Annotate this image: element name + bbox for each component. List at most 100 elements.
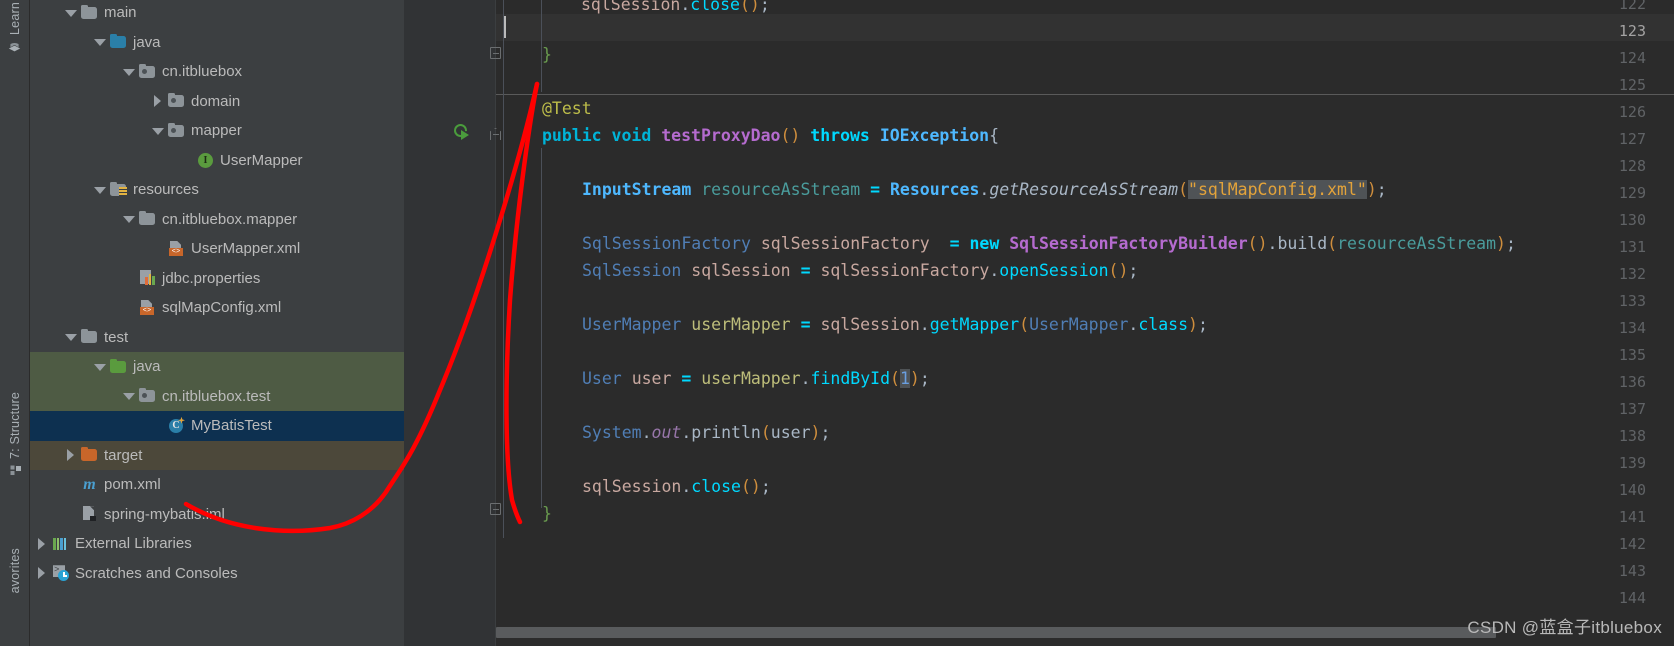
iml-file-icon-icon xyxy=(81,506,98,522)
package-gray-icon xyxy=(168,122,185,139)
tree-item-label: domain xyxy=(191,92,241,110)
project-tree-pane[interactable]: main java cn.itbluebox domain mapper I UserMap… xyxy=(30,0,404,646)
code-line-124: } xyxy=(542,45,552,64)
package-gray-icon xyxy=(139,63,156,80)
tree-item-sqlmapconfig-xml[interactable]: <> sqlMapConfig.xml xyxy=(30,293,404,323)
code-line-122: sqlSession.close(); xyxy=(581,0,770,14)
code-text-area[interactable]: sqlSession.close(); } @Test public void … xyxy=(496,0,1674,646)
tree-item-pom-xml[interactable]: m pom.xml xyxy=(30,470,404,500)
code-line-138: System.out.println(user); xyxy=(582,423,831,442)
tree-item-domain[interactable]: domain xyxy=(30,87,404,117)
text-caret xyxy=(504,16,506,38)
tree-item-main[interactable]: main xyxy=(30,0,404,28)
editor-gutter[interactable] xyxy=(404,0,496,646)
tree-item-label: UserMapper.xml xyxy=(191,240,301,258)
tree-item-label: java xyxy=(133,33,161,51)
tree-item-label: sqlMapConfig.xml xyxy=(162,299,282,317)
interface-icon-icon: I xyxy=(197,152,214,169)
chevron-down-icon[interactable] xyxy=(94,184,106,196)
chevron-right-icon[interactable] xyxy=(36,537,48,550)
tree-item-label: pom.xml xyxy=(104,476,161,494)
tree-item-label: External Libraries xyxy=(75,535,192,553)
chevron-down-icon[interactable] xyxy=(65,331,77,343)
tree-item-cn-itbluebox-mapper[interactable]: cn.itbluebox.mapper xyxy=(30,205,404,235)
folder-resources-icon xyxy=(110,181,127,198)
tree-item-resources[interactable]: resources xyxy=(30,175,404,205)
tree-item-label: test xyxy=(104,328,129,346)
code-line-127: public void testProxyDao() throws IOExce… xyxy=(542,126,1000,145)
tree-item-usermapper[interactable]: I UserMapper xyxy=(30,146,404,176)
tree-item-label: cn.itbluebox.mapper xyxy=(162,210,298,228)
chevron-down-icon[interactable] xyxy=(94,36,106,48)
chevron-down-icon[interactable] xyxy=(123,390,135,402)
chevron-none-icon xyxy=(181,154,193,166)
tool-window-label-favorites: avorites xyxy=(7,548,22,594)
tree-item-label: Scratches and Consoles xyxy=(75,564,238,582)
tree-item-label: MyBatisTest xyxy=(191,417,272,435)
tree-item-label: java xyxy=(133,358,161,376)
chevron-down-icon[interactable] xyxy=(152,125,164,137)
chevron-right-icon[interactable] xyxy=(65,449,77,462)
scratches-icon-icon: > xyxy=(52,565,69,582)
tool-window-button-structure[interactable]: 7: Structure xyxy=(8,392,22,476)
folder-green-icon xyxy=(110,358,127,375)
tool-window-button-learn[interactable]: Learn xyxy=(8,2,22,53)
code-line-136: User user = userMapper.findById(1); xyxy=(582,369,930,388)
horizontal-scrollbar[interactable] xyxy=(496,627,1496,638)
tree-item-label: cn.itbluebox.test xyxy=(162,387,271,405)
code-line-134: UserMapper userMapper = sqlSession.getMa… xyxy=(582,315,1208,334)
tree-item-label: mapper xyxy=(191,122,242,140)
tree-item-label: jdbc.properties xyxy=(162,269,261,287)
tree-item-cn-itbluebox[interactable]: cn.itbluebox xyxy=(30,57,404,87)
tree-item-scratches-and-consoles[interactable]: > Scratches and Consoles xyxy=(30,559,404,589)
tree-item-spring-mybatis-iml[interactable]: spring-mybatis.iml xyxy=(30,500,404,530)
tree-item-label: spring-mybatis.iml xyxy=(104,505,225,523)
chevron-none-icon xyxy=(123,272,135,284)
code-line-141: } xyxy=(542,504,552,523)
folder-blue-icon xyxy=(110,34,127,50)
run-test-gutter-icon[interactable] xyxy=(454,124,470,140)
tree-item-external-libraries[interactable]: External Libraries xyxy=(30,529,404,559)
chevron-right-icon[interactable] xyxy=(152,95,164,108)
tree-item-label: resources xyxy=(133,181,199,199)
code-line-126: @Test xyxy=(542,99,592,118)
package-gray-icon xyxy=(139,388,156,404)
code-line-129: InputStream resourceAsStream = Resources… xyxy=(582,180,1387,199)
tree-item-usermapper-xml[interactable]: <> UserMapper.xml xyxy=(30,234,404,264)
tree-item-target[interactable]: target xyxy=(30,440,404,470)
chevron-down-icon[interactable] xyxy=(94,361,106,373)
tool-window-label-structure: 7: Structure xyxy=(7,392,22,460)
chevron-none-icon xyxy=(152,243,164,255)
tree-item-test[interactable]: test xyxy=(30,323,404,353)
chevron-right-icon[interactable] xyxy=(36,567,48,580)
code-editor[interactable]: 122 123 124 125 126 127 128 129 130 131 132 133 134 1… xyxy=(404,0,1674,646)
properties-file-icon-icon xyxy=(139,270,156,286)
package-gray-icon xyxy=(168,93,185,109)
tool-window-button-favorites[interactable]: avorites xyxy=(8,548,22,593)
tree-item-jdbc-properties[interactable]: jdbc.properties xyxy=(30,264,404,294)
code-line-132: SqlSession sqlSession = sqlSessionFactor… xyxy=(582,261,1139,280)
code-line-140: sqlSession.close(); xyxy=(582,477,771,496)
folder-gray-icon xyxy=(81,4,98,21)
folder-gray-icon xyxy=(81,329,98,345)
chevron-down-icon[interactable] xyxy=(65,7,77,19)
chevron-down-icon[interactable] xyxy=(123,213,135,225)
chevron-none-icon xyxy=(65,508,77,520)
tree-item-label: UserMapper xyxy=(220,151,303,169)
tree-item-mybatistest[interactable]: C MyBatisTest xyxy=(30,411,404,441)
tree-item-java[interactable]: java xyxy=(30,352,404,382)
chevron-none-icon xyxy=(65,479,77,491)
chevron-none-icon xyxy=(152,420,164,432)
tree-item-label: target xyxy=(104,446,143,464)
chevron-down-icon[interactable] xyxy=(123,66,135,78)
tool-window-label-learn: Learn xyxy=(7,2,22,35)
folder-orange-icon xyxy=(81,447,98,463)
tree-item-label: main xyxy=(104,4,137,22)
tree-item-mapper[interactable]: mapper xyxy=(30,116,404,146)
tree-item-java[interactable]: java xyxy=(30,28,404,58)
chevron-none-icon xyxy=(123,302,135,314)
tree-item-cn-itbluebox-test[interactable]: cn.itbluebox.test xyxy=(30,381,404,411)
left-tool-strip: Learn 7: Structure avorites xyxy=(0,0,30,646)
libraries-icon-icon xyxy=(52,536,69,552)
xml-file-icon-icon: <> xyxy=(139,299,156,316)
